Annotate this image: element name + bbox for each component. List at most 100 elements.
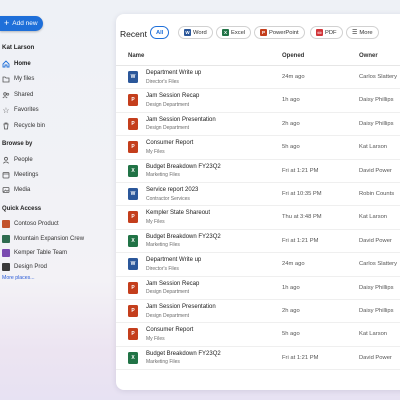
file-row[interactable]: W Service report 2023 Contractor Services F… [116,183,400,207]
nav-item-label: Favorites [14,107,39,113]
filter-label: Excel [231,29,246,36]
file-name[interactable]: Jam Session Recap [146,281,199,287]
file-owner: Carlos Slattery [359,74,398,80]
file-row[interactable]: X Budget Breakdown FY23Q2 Marketing Files F… [116,230,400,254]
image-icon [2,186,10,194]
file-name[interactable]: Department Write up [146,70,201,76]
column-header-name[interactable]: Name [128,53,144,59]
browse-by-title: Browse by [2,141,33,147]
powerpoint-file-icon: P [128,141,138,154]
file-location: My Files [146,148,165,155]
folder-icon [2,75,10,83]
file-name[interactable]: Kempler State Shareout [146,210,210,216]
site-logo-icon [2,263,10,271]
file-row[interactable]: W Department Write up Director's Files 24m … [116,66,400,90]
file-name[interactable]: Jam Session Presentation [146,117,216,123]
main-panel: Recent All W Word X Excel P PowerPoint ▭… [116,14,400,390]
quick-access-label: Design Prod [14,264,48,270]
file-row[interactable]: P Jam Session Presentation Design Departme… [116,300,400,324]
browse-item-people[interactable]: People [2,155,102,165]
file-owner: Carlos Slattery [359,261,398,268]
file-name[interactable]: Consumer Report [146,327,193,333]
file-opened: Fri at 1:21 PM [282,167,319,174]
nav-item-favorites[interactable]: ☆ Favorites [2,105,102,115]
file-row[interactable]: W Department Write up Director's Files 24m … [116,253,400,277]
quick-access-item-design-prod[interactable]: Design Prod [2,262,102,272]
excel-file-icon: X [128,234,138,247]
file-location: Design Department [146,289,190,296]
file-name[interactable]: Budget Breakdown FY23Q2 [146,351,221,357]
nav-item-label: Recycle bin [14,123,46,129]
file-location: Director's Files [146,78,179,85]
file-opened: 1h ago [282,97,300,104]
more-places-link[interactable]: More places... [2,275,35,281]
column-header-owner[interactable]: Owner [359,53,378,59]
sidebar: + Add new Kat Larson Home My files Share… [0,0,118,400]
file-name[interactable]: Consumer Report [146,140,193,146]
filter-label: More [359,29,373,36]
quick-access-title: Quick Access [2,206,42,212]
filter-word[interactable]: W Word [178,26,213,39]
file-row[interactable]: P Jam Session Recap Design Department 1h ag… [116,89,400,113]
filter-label: PDF [325,29,337,36]
file-opened: Fri at 10:35 PM [282,191,322,197]
excel-file-icon: X [128,351,138,364]
quick-access-item-kemper[interactable]: Kemper Table Team [2,248,102,258]
file-name[interactable]: Jam Session Presentation [146,304,216,310]
file-owner: David Power [359,167,392,174]
filter-more[interactable]: ☰ More [346,26,379,39]
powerpoint-file-icon: P [128,211,138,224]
powerpoint-file-icon: P [128,117,138,130]
quick-access-item-contoso[interactable]: Contoso Product [2,219,102,229]
file-opened: Fri at 1:21 PM [282,354,319,361]
file-row[interactable]: P Consumer Report My Files 5h ago Kat Larson [116,136,400,160]
file-row[interactable]: X Budget Breakdown FY23Q2 Marketing Files F… [116,160,400,183]
page-title: Recent [120,29,147,39]
powerpoint-file-icon: P [128,328,138,341]
file-location: Design Department [146,101,190,108]
file-location: Marketing Files [146,242,180,249]
file-owner: Kat Larson [359,214,388,221]
file-location: Director's Files [146,265,179,272]
site-logo-icon [2,235,10,243]
file-owner: Kat Larson [359,144,388,151]
file-opened: 1h ago [282,284,300,291]
excel-icon: X [222,29,229,36]
nav-item-recycle-bin[interactable]: Recycle bin [2,121,102,131]
quick-access-item-mountain[interactable]: Mountain Expansion Crew [2,234,102,244]
nav-item-home[interactable]: Home [2,59,102,69]
column-header-opened[interactable]: Opened [282,53,304,59]
file-name[interactable]: Service report 2023 [146,187,198,193]
powerpoint-file-icon: P [128,94,138,107]
file-name[interactable]: Jam Session Recap [146,93,199,99]
file-row[interactable]: P Consumer Report My Files 5h ago Kat Larson [116,323,400,347]
file-row[interactable]: P Jam Session Presentation Design Departme… [116,113,400,137]
filter-powerpoint[interactable]: P PowerPoint [254,26,305,39]
filter-label: PowerPoint [269,29,299,36]
trash-icon [2,122,10,130]
file-opened: 24m ago [282,74,305,80]
file-owner: Daisy Phillips [359,120,394,127]
file-name[interactable]: Department Write up [146,257,201,263]
filter-label: All [156,29,164,36]
file-location: My Files [146,335,165,342]
filter-pdf[interactable]: ▭ PDF [310,26,343,39]
nav-item-my-files[interactable]: My files [2,74,102,84]
file-row[interactable]: P Kempler State Shareout My Files Thu at 3:… [116,206,400,230]
add-new-button[interactable]: + Add new [0,16,43,31]
nav-item-shared[interactable]: Shared [2,90,102,100]
file-row[interactable]: X Budget Breakdown FY23Q2 Marketing Files F… [116,347,400,371]
file-row[interactable]: P Jam Session Recap Design Department 1h ag… [116,277,400,300]
pdf-icon: ▭ [316,29,323,36]
file-name[interactable]: Budget Breakdown FY23Q2 [146,234,221,240]
file-opened: 2h ago [282,308,300,314]
file-opened: 24m ago [282,261,305,268]
filter-excel[interactable]: X Excel [216,26,252,39]
calendar-icon [2,171,10,179]
file-owner: Kat Larson [359,331,388,338]
filter-all[interactable]: All [150,26,170,39]
file-location: Marketing Files [146,359,180,366]
file-name[interactable]: Budget Breakdown FY23Q2 [146,164,221,170]
browse-item-meetings[interactable]: Meetings [2,170,102,180]
browse-item-media[interactable]: Media [2,185,102,195]
